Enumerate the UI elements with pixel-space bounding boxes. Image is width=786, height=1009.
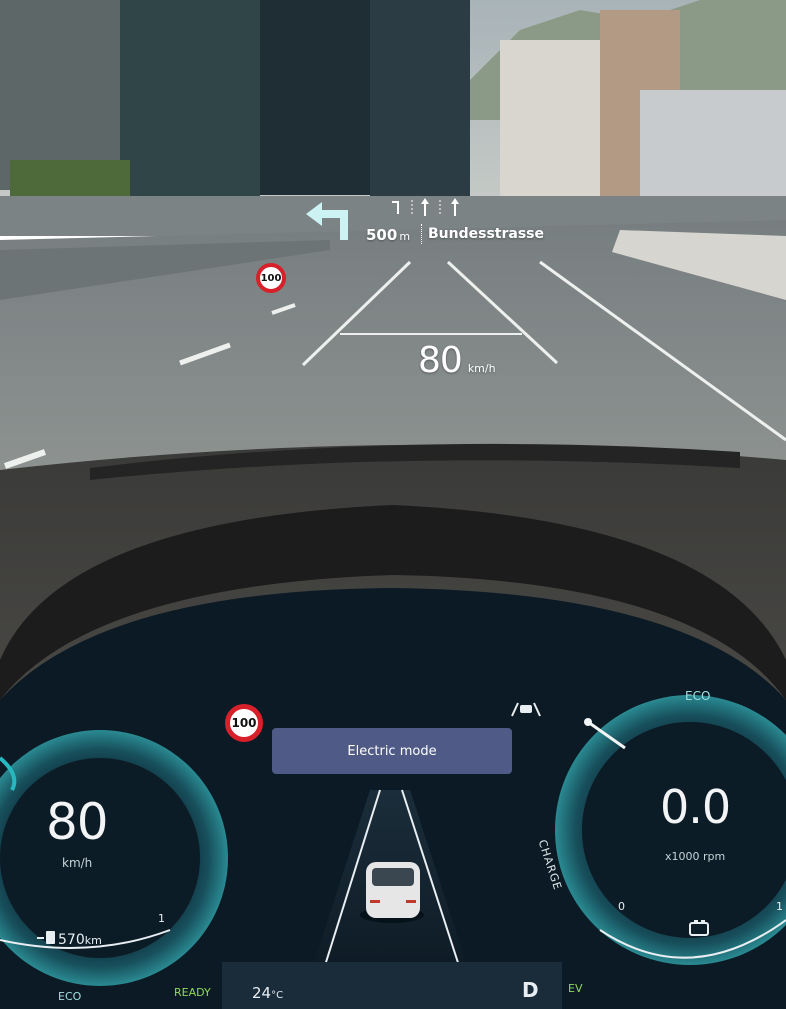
range-unit: km	[84, 934, 102, 947]
rpm-needle-tip	[584, 718, 592, 726]
rpm-unit: x1000 rpm	[665, 850, 726, 863]
ev-indicator: EV	[568, 982, 583, 995]
mode-banner: Electric mode	[272, 728, 512, 774]
range-readout: 570km	[38, 932, 102, 948]
gear-indicator: D	[522, 978, 539, 1002]
car-taillight	[406, 900, 416, 903]
car-taillight	[370, 900, 380, 903]
battery-terminal	[701, 920, 705, 923]
hud-distance: 500 m	[366, 226, 410, 244]
eco-label-right: ECO	[685, 689, 711, 703]
temperature-value: 24	[252, 984, 272, 1002]
hud-distance-unit: m	[399, 230, 411, 243]
cluster-speed-limit-sign: 100	[225, 704, 263, 742]
building	[500, 40, 610, 200]
hud-speed-value: 80	[418, 340, 463, 381]
eco-label-left: ECO	[58, 990, 82, 1003]
building	[370, 0, 470, 200]
speed-gauge-tick: 1	[158, 912, 165, 925]
building	[640, 90, 786, 210]
temperature-unit: °C	[271, 990, 284, 1001]
rpm-tick-max: 1	[776, 900, 783, 913]
speed-unit: km/h	[62, 856, 93, 870]
rpm-value: 0.0	[660, 780, 731, 834]
rpm-tick-min: 0	[618, 900, 625, 913]
hud-separator	[421, 224, 423, 244]
ready-indicator: READY	[174, 986, 211, 999]
range-value: 570	[58, 932, 85, 948]
building	[260, 0, 370, 195]
speed-value: 80	[46, 793, 109, 851]
hud-speed-unit: km/h	[467, 362, 496, 375]
car-window	[372, 868, 414, 886]
hud-distance-value: 500	[366, 226, 398, 244]
temperature: 24°C	[252, 984, 283, 1002]
trees	[10, 160, 130, 200]
hud-speed: 80 km/h	[418, 340, 496, 381]
speed-gauge-center	[0, 758, 200, 958]
battery-terminal	[694, 920, 698, 923]
building	[120, 0, 260, 200]
scene: 500 m Bundesstrasse 80 km/h 100 100 Electr…	[0, 0, 786, 1009]
hud-speed-limit-sign: 100	[256, 263, 286, 293]
lane-assist-car	[520, 705, 532, 713]
car-icon	[360, 862, 424, 923]
hud-street-name: Bundesstrasse	[428, 226, 544, 242]
